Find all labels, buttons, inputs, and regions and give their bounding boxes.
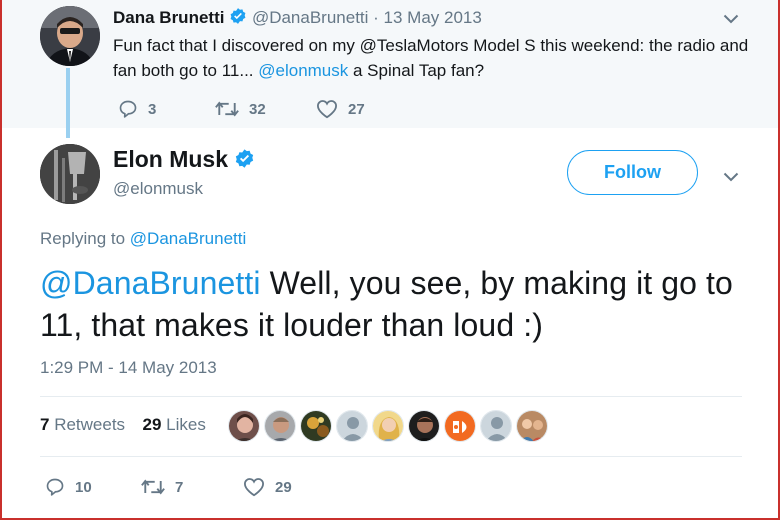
liker-avatar[interactable] [228, 410, 260, 442]
liker-avatar[interactable] [300, 410, 332, 442]
parent-retweet-button[interactable]: 32 [215, 96, 266, 122]
tweet-mention-link[interactable]: @DanaBrunetti [40, 265, 261, 301]
divider [40, 456, 742, 457]
tweet-text: @DanaBrunetti Well, you see, by making i… [40, 262, 760, 346]
replying-prefix: Replying to [40, 229, 130, 248]
parent-tweet-avatar[interactable] [40, 6, 100, 66]
liker-avatar[interactable] [480, 410, 512, 442]
parent-like-button[interactable]: 27 [316, 96, 365, 122]
parent-author-name[interactable]: Dana Brunetti [113, 8, 224, 27]
verified-badge-icon [236, 149, 254, 168]
like-icon [316, 100, 338, 119]
like-stat-count: 29 [142, 415, 162, 434]
like-count: 29 [275, 478, 292, 496]
tweet-stats: 7 Retweets 29 Likes [40, 415, 206, 435]
tweet-author-name[interactable]: Elon Musk [113, 146, 255, 173]
parent-mention-link[interactable]: @elonmusk [258, 61, 348, 80]
replying-to-link[interactable]: @DanaBrunetti [130, 229, 247, 248]
liker-avatar[interactable] [516, 410, 548, 442]
parent-tweet-text: Fun fact that I discovered on my @TeslaM… [113, 33, 753, 83]
divider [40, 396, 742, 397]
retweet-button[interactable]: 7 [141, 474, 183, 500]
liker-avatar[interactable] [264, 410, 296, 442]
likes-stat[interactable]: 29 Likes [143, 415, 206, 434]
tweet-timestamp[interactable]: 1:29 PM - 14 May 2013 [40, 358, 217, 378]
like-button[interactable]: 29 [243, 474, 292, 500]
retweet-icon [141, 479, 165, 495]
retweets-stat[interactable]: 7 Retweets [40, 415, 125, 434]
liker-avatar[interactable] [444, 410, 476, 442]
chevron-down-icon[interactable] [723, 14, 739, 24]
like-icon [243, 478, 265, 497]
reply-count: 10 [75, 478, 92, 496]
parent-text-tail: a Spinal Tap fan? [348, 61, 485, 80]
retweet-icon [215, 101, 239, 117]
tweet-author-name-text[interactable]: Elon Musk [113, 146, 228, 172]
header-separator: · [368, 8, 384, 27]
retweet-count: 7 [175, 478, 184, 496]
verified-badge-icon [230, 8, 246, 24]
tweet-author-handle[interactable]: @elonmusk [113, 179, 203, 199]
parent-author-handle[interactable]: @DanaBrunetti [252, 8, 369, 27]
replying-to-line: Replying to @DanaBrunetti [40, 229, 246, 249]
chevron-down-icon[interactable] [723, 172, 739, 182]
parent-reply-button[interactable]: 3 [118, 96, 156, 122]
thread-line [66, 68, 70, 138]
reply-icon [46, 478, 64, 496]
tweet-author-avatar[interactable] [40, 144, 100, 204]
parent-like-count: 27 [348, 100, 365, 118]
parent-tweet-header: Dana Brunetti @DanaBrunetti · 13 May 201… [113, 7, 482, 28]
parent-reply-count: 3 [148, 100, 157, 118]
liker-avatar[interactable] [336, 410, 368, 442]
parent-retweet-count: 32 [249, 100, 266, 118]
retweet-stat-label: Retweets [49, 415, 126, 434]
like-stat-label: Likes [161, 415, 206, 434]
reply-icon [119, 100, 137, 118]
parent-tweet-date[interactable]: 13 May 2013 [384, 8, 482, 27]
follow-button[interactable]: Follow [567, 150, 698, 195]
liker-avatar[interactable] [408, 410, 440, 442]
liker-avatar[interactable] [372, 410, 404, 442]
reply-button[interactable]: 10 [45, 474, 92, 500]
